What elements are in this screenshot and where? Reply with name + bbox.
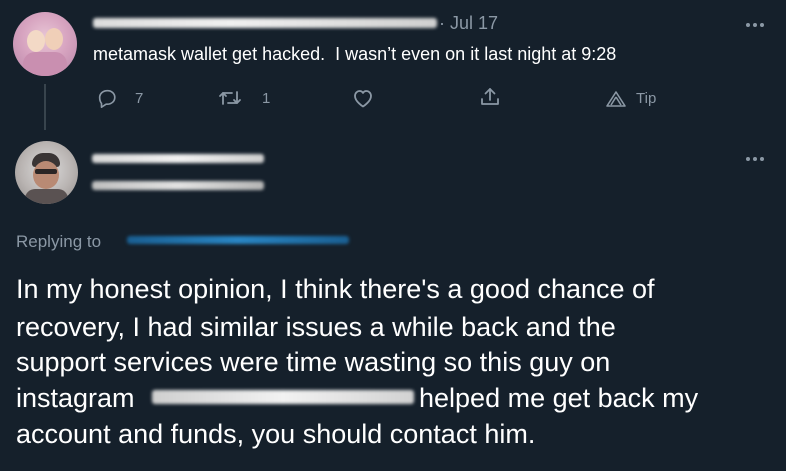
- reply-body-line: instagram: [16, 383, 135, 413]
- avatar[interactable]: [13, 12, 77, 76]
- reply-body-line: In my honest opinion, I think there's a …: [16, 274, 655, 304]
- author-name-redacted[interactable]: [93, 18, 437, 28]
- replying-to-handle-redacted[interactable]: [127, 236, 349, 244]
- tweet-text: metamask wallet get hacked. I wasn’t eve…: [93, 44, 617, 64]
- reply-body-line: account and funds, you should contact hi…: [16, 419, 536, 449]
- heart-icon[interactable]: [351, 87, 375, 109]
- tweet-date[interactable]: · Jul 17: [439, 13, 498, 34]
- reply-more-icon[interactable]: [743, 153, 767, 165]
- tip-label[interactable]: Tip: [636, 90, 656, 107]
- reply-body-line: recovery, I had similar issues a while b…: [16, 312, 616, 342]
- reply-body-line: helped me get back my: [419, 383, 699, 413]
- reply-count: 7: [135, 90, 144, 107]
- replying-to-label: Replying to: [16, 232, 102, 251]
- reply-author-name-redacted[interactable]: [92, 154, 264, 163]
- reply-author-handle-redacted[interactable]: [92, 181, 264, 190]
- reply-avatar[interactable]: [15, 141, 78, 204]
- retweet-count: 1: [262, 90, 271, 107]
- share-icon[interactable]: [478, 85, 502, 109]
- reply-icon[interactable]: [96, 87, 118, 109]
- retweet-icon[interactable]: [217, 87, 243, 109]
- more-icon[interactable]: [743, 19, 767, 31]
- thread-line: [44, 84, 46, 130]
- instagram-handle-redacted[interactable]: [152, 390, 414, 404]
- tip-icon[interactable]: [605, 90, 627, 108]
- reply-body-line: support services were time wasting so th…: [16, 347, 611, 377]
